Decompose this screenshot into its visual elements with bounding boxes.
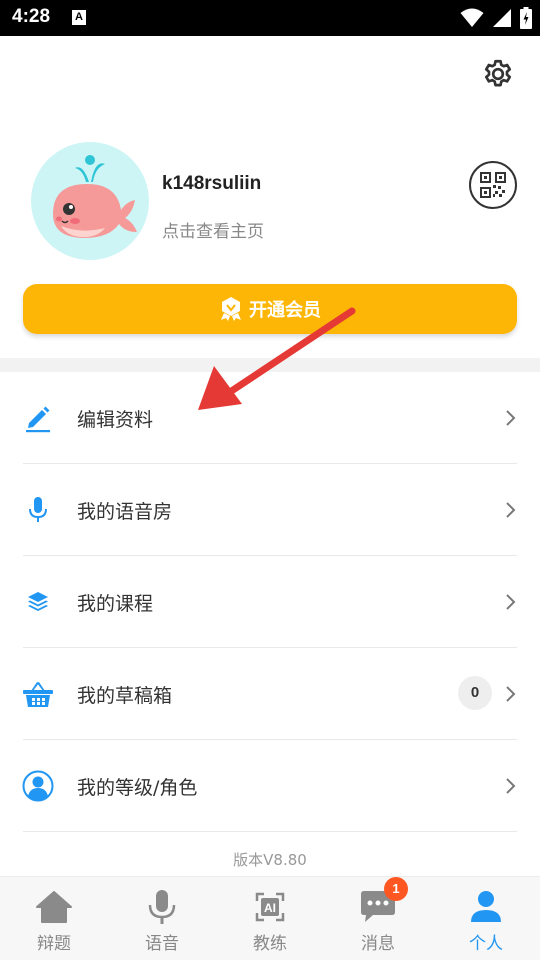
user-circle-icon [22, 770, 54, 802]
layers-icon [22, 586, 54, 618]
vip-button-label: 开通会员 [249, 300, 321, 321]
whale-avatar-icon [53, 155, 137, 238]
chevron-right-icon [506, 502, 516, 518]
nav-tab-coach[interactable]: AI 教练 [216, 877, 324, 960]
username[interactable]: k148rsuliin [162, 173, 261, 195]
menu-item-edit-profile[interactable]: 编辑资料 [0, 372, 540, 464]
signal-icon [493, 9, 511, 27]
wifi-icon [460, 8, 484, 27]
message-count-badge: 1 [384, 877, 408, 901]
gear-icon [484, 59, 512, 87]
menu-item-voice-room[interactable]: 我的语音房 [0, 464, 540, 556]
vip-button[interactable]: 开通会员 [23, 284, 517, 334]
chevron-right-icon [506, 594, 516, 610]
avatar[interactable] [31, 142, 149, 260]
notification-icon: A [72, 10, 86, 25]
chevron-right-icon [506, 686, 516, 702]
basket-icon [22, 678, 54, 710]
menu-item-label: 我的草稿箱 [77, 685, 173, 707]
draft-count-badge: 0 [458, 676, 492, 710]
person-icon [466, 889, 506, 925]
nav-tab-profile[interactable]: 个人 [432, 877, 540, 960]
status-time: 4:28 [12, 6, 51, 27]
nav-label: 语音 [145, 934, 179, 954]
chevron-right-icon [506, 410, 516, 426]
qr-code-button[interactable] [469, 161, 517, 209]
nav-tab-voice[interactable]: 语音 [108, 877, 216, 960]
nav-tab-debate[interactable]: 辩题 [0, 877, 108, 960]
menu-item-label: 我的等级/角色 [77, 777, 198, 799]
nav-label: 辩题 [37, 934, 71, 954]
profile-page: 4:28 A k148rsuliin 点击查看主页 开通会员 编辑资料 我的语音… [0, 0, 540, 960]
view-homepage-link[interactable]: 点击查看主页 [162, 217, 264, 242]
menu-item-drafts[interactable]: 我的草稿箱 0 [0, 648, 540, 740]
menu-item-label: 我的课程 [77, 593, 154, 615]
microphone-icon [142, 889, 182, 925]
nav-tab-messages[interactable]: 1 消息 [324, 877, 432, 960]
settings-button[interactable] [480, 56, 516, 92]
settings-menu: 编辑资料 我的语音房 我的课程 我的草稿箱 0 我的等级/角色 [0, 372, 540, 832]
qr-code-icon [480, 172, 506, 198]
divider [23, 831, 517, 832]
nav-label: 教练 [253, 934, 287, 954]
section-divider [0, 358, 540, 372]
status-icons [460, 6, 532, 30]
nav-label: 个人 [469, 934, 503, 954]
ai-icon-text: AI [264, 901, 276, 915]
battery-icon [520, 7, 532, 29]
home-icon [34, 889, 74, 925]
menu-item-label: 我的语音房 [77, 501, 173, 523]
pencil-icon [22, 402, 54, 434]
menu-item-level-role[interactable]: 我的等级/角色 [0, 740, 540, 832]
bottom-navigation: 辩题 语音 AI 教练 1 消息 个人 [0, 876, 540, 960]
menu-item-label: 编辑资料 [77, 409, 154, 431]
menu-item-courses[interactable]: 我的课程 [0, 556, 540, 648]
microphone-icon [22, 494, 54, 526]
vip-badge-icon [221, 297, 241, 321]
chevron-right-icon [506, 778, 516, 794]
version-label: 版本V8.80 [233, 851, 307, 869]
ai-coach-icon: AI [250, 889, 290, 925]
status-bar: 4:28 A [0, 0, 540, 36]
nav-label: 消息 [361, 934, 395, 954]
